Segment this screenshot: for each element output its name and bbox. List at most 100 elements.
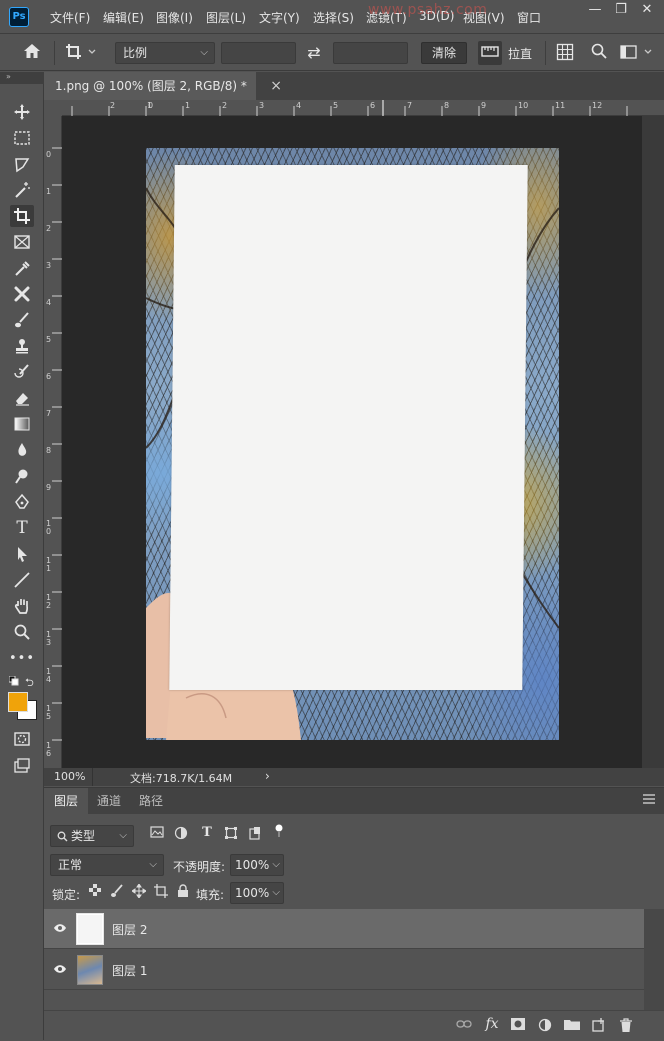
swap-icon[interactable]: ⇄ [303,43,325,63]
tab-layers[interactable]: 图层 [44,788,88,814]
layer-name[interactable]: 图层 2 [112,921,147,938]
blend-mode-select[interactable]: 正常 ⌵ [50,854,164,876]
swap-colors-icon[interactable]: ⮌ [25,674,37,689]
eyedropper-tool-icon[interactable] [10,257,34,279]
marquee-tool-icon[interactable] [10,127,34,149]
path-selection-tool-icon[interactable] [10,543,34,565]
lasso-tool-icon[interactable] [10,153,34,175]
history-brush-tool-icon[interactable] [10,361,34,383]
ruler-h-label: 4 [296,101,302,110]
eye-visibility-icon[interactable] [53,922,67,937]
panel-menu-icon[interactable] [640,793,658,809]
overlay-grid-icon[interactable] [554,43,576,63]
document-tab[interactable]: 1.png @ 100% (图层 2, RGB/8) * × [44,72,282,100]
fx-icon[interactable]: fx [482,1016,502,1034]
panel-collapse-icon[interactable]: » [0,72,44,84]
close-tab-icon[interactable]: × [270,72,282,100]
filter-type-icon[interactable]: T [198,825,216,843]
layer-row-layer-1[interactable]: 图层 1 [44,950,644,990]
brush-tool-icon[interactable] [10,309,34,331]
zoom-tool-icon[interactable] [10,621,34,643]
close-window-button[interactable]: ✕ [632,0,662,22]
layer-filter-select[interactable]: 类型 ⌵ [50,825,134,847]
ruler-h-label: 3 [259,101,265,110]
healing-brush-tool-icon[interactable] [10,283,34,305]
eye-visibility-icon[interactable] [53,963,67,978]
layer-name[interactable]: 图层 1 [112,962,147,979]
home-icon[interactable] [20,43,44,63]
screen-mode-icon[interactable] [10,755,34,777]
filter-smart-object-icon[interactable] [246,826,264,844]
fill-input[interactable]: 100% ⌵ [230,882,284,904]
crop-height-input[interactable] [333,42,408,64]
default-colors-icon[interactable] [8,675,19,686]
menu-select[interactable]: 选择(S) [313,9,354,26]
more-tools-icon[interactable]: ••• [9,647,34,669]
status-menu-arrow-icon[interactable]: › [265,769,270,783]
layer-row-layer-2[interactable]: 图层 2 [44,909,644,949]
link-icon[interactable] [455,1018,473,1034]
menu-edit[interactable]: 编辑(E) [103,9,144,26]
filter-pixel-icon[interactable] [148,826,166,844]
layers-scrollbar[interactable] [644,909,664,1010]
ruler-corner [44,100,62,116]
quick-mask-icon[interactable] [10,728,34,750]
filter-shape-icon[interactable] [222,826,240,844]
menu-file[interactable]: 文件(F) [50,9,90,26]
workspace-icon[interactable] [618,43,658,63]
foreground-color-swatch[interactable] [8,692,28,712]
magic-wand-tool-icon[interactable] [10,179,34,201]
chevron-down-icon[interactable]: ⌵ [272,883,280,903]
ratio-select[interactable]: 比例 ⌵ [115,42,215,64]
lock-transparent-icon[interactable] [87,884,103,900]
lock-artboard-icon[interactable] [153,884,169,900]
folder-icon[interactable] [563,1018,581,1034]
trash-icon[interactable] [617,1018,635,1034]
new-layer-icon[interactable] [590,1018,608,1034]
opacity-label: 不透明度: [173,860,226,874]
clone-stamp-tool-icon[interactable] [10,335,34,357]
straighten-label[interactable]: 拉直 [508,45,532,62]
tab-paths[interactable]: 路径 [130,788,172,814]
frame-tool-icon[interactable] [10,231,34,253]
menu-layer[interactable]: 图层(L) [206,9,246,26]
gradient-tool-icon[interactable] [10,413,34,435]
ruler-h-label: 10 [518,101,529,110]
ruler-v-label: 1 [46,187,52,196]
adjustment-icon[interactable] [536,1018,554,1034]
status-bar: 100% 文档:718.7K/1.64M › [44,768,664,786]
zoom-level[interactable]: 100% [54,770,85,783]
hand-tool-icon[interactable] [10,595,34,617]
blank-paper-graphic [169,165,528,690]
lock-all-icon[interactable] [175,884,191,900]
eraser-tool-icon[interactable] [10,387,34,409]
chevron-down-icon[interactable]: ⌵ [272,855,280,875]
ruler-h-label: 1 [185,101,191,110]
lock-pixels-icon[interactable] [109,884,125,900]
search-icon[interactable] [588,43,610,63]
ruler-h-label: 8 [444,101,450,110]
vertical-scrollbar[interactable] [642,116,664,768]
crop-preset-icon[interactable] [62,42,100,64]
lock-position-icon[interactable] [131,883,147,900]
filter-adjustment-icon[interactable] [172,826,190,844]
crop-width-input[interactable] [221,42,296,64]
tab-channels[interactable]: 通道 [88,788,130,814]
opacity-input[interactable]: 100% ⌵ [230,854,284,876]
filter-toggle-icon[interactable] [272,824,286,838]
menu-image[interactable]: 图像(I) [156,9,193,26]
dodge-tool-icon[interactable] [10,465,34,487]
mask-icon[interactable] [509,1018,527,1034]
clear-button[interactable]: 清除 [421,42,467,64]
straighten-icon[interactable] [478,41,502,65]
document-tab-strip: 1.png @ 100% (图层 2, RGB/8) * × [44,72,664,100]
pen-tool-icon[interactable] [10,491,34,513]
blur-tool-icon[interactable] [10,439,34,461]
menu-window[interactable]: 窗口 [517,9,541,26]
crop-tool-icon[interactable] [10,205,34,227]
panel-tabs: 图层 通道 路径 [44,788,664,814]
move-tool-icon[interactable] [10,101,34,123]
type-tool-icon[interactable]: T [10,517,34,539]
menu-type[interactable]: 文字(Y) [259,9,300,26]
line-tool-icon[interactable] [10,569,34,591]
